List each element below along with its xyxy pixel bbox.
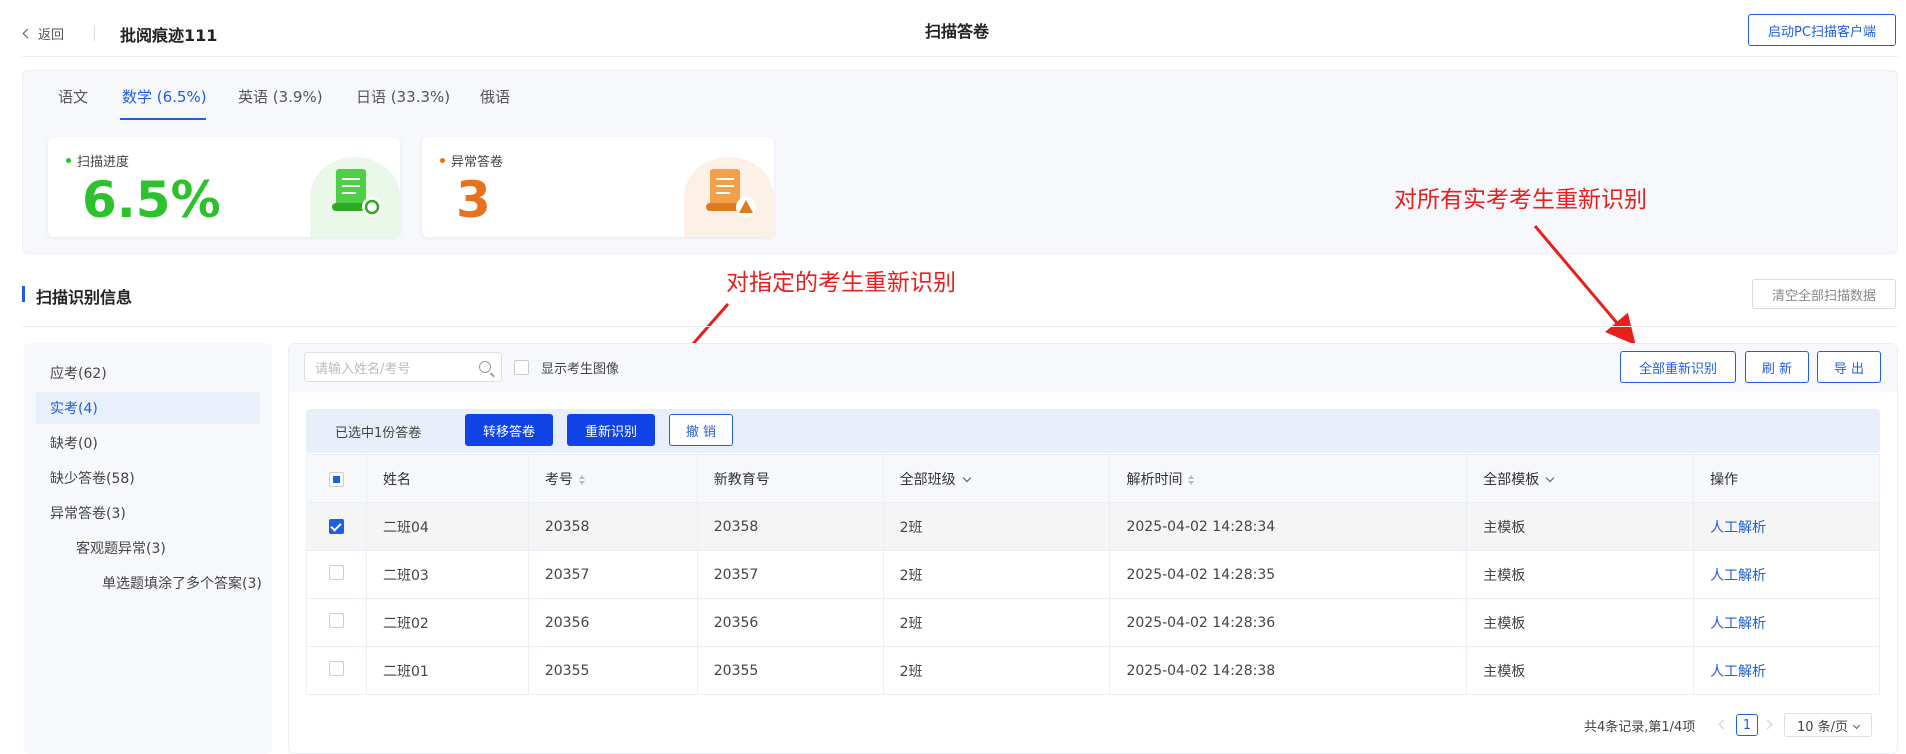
row-checkbox[interactable] (328, 613, 344, 628)
sort-icon[interactable] (1188, 474, 1195, 485)
manual-parse-link[interactable]: 人工解析 (1710, 568, 1766, 584)
show-student-image-toggle[interactable]: 显示考生图像 (514, 358, 619, 377)
sidebar-item-absent[interactable]: 缺考(0) (50, 433, 98, 453)
sidebar-item-attended[interactable]: 实考(4) (50, 398, 98, 418)
rerecognize-button[interactable]: 重新识别 (567, 414, 655, 446)
cell-exam-no: 20355 (528, 646, 698, 695)
refresh-button[interactable]: 刷 新 (1745, 351, 1809, 383)
cell-exam-no: 20356 (528, 598, 698, 647)
sidebar-item-abnormal[interactable]: 异常答卷(3) (50, 503, 126, 523)
cell-name: 二班02 (366, 598, 529, 647)
header-parse-time-label: 解析时间 (1126, 471, 1183, 488)
cell-action: 人工解析 (1693, 502, 1880, 551)
cell-exam-no: 20357 (528, 550, 698, 599)
cell-parse-time: 2025-04-02 14:28:34 (1109, 502, 1468, 551)
show-image-label: 显示考生图像 (541, 362, 620, 377)
search-icon (479, 361, 491, 373)
row-select-cell[interactable] (306, 502, 367, 551)
row-select-cell[interactable] (306, 598, 367, 647)
search-input[interactable]: 请输入姓名/考号 (304, 352, 502, 382)
cell-action: 人工解析 (1693, 550, 1880, 599)
transfer-answer-button[interactable]: 转移答卷 (465, 414, 553, 446)
manual-parse-link[interactable]: 人工解析 (1710, 616, 1766, 632)
cell-parse-time: 2025-04-02 14:28:38 (1109, 646, 1468, 695)
page-size-value: 10 条/页 (1796, 719, 1849, 735)
header-class-filter[interactable]: 全部班级 (883, 454, 1111, 503)
cell-class: 2班 (883, 598, 1111, 647)
cell-class: 2班 (883, 550, 1111, 599)
row-select-cell[interactable] (306, 646, 367, 695)
sidebar-item-missing-answer[interactable]: 缺少答卷(58) (50, 468, 135, 488)
cell-name: 二班04 (366, 502, 529, 551)
cell-name: 二班03 (366, 550, 529, 599)
chevron-down-icon (1852, 721, 1861, 729)
cell-action: 人工解析 (1693, 646, 1880, 695)
header-actions: 操作 (1693, 454, 1880, 503)
show-image-checkbox[interactable] (514, 360, 529, 375)
select-all-cell[interactable] (306, 454, 367, 503)
cell-action: 人工解析 (1693, 598, 1880, 647)
cell-edu-no: 20356 (697, 598, 884, 647)
cell-edu-no: 20355 (697, 646, 884, 695)
table-row[interactable]: 二班02 20356 20356 2班 2025-04-02 14:28:36 … (306, 598, 1880, 647)
cell-exam-no: 20358 (528, 502, 698, 551)
row-checkbox[interactable] (328, 519, 344, 534)
header-parse-time[interactable]: 解析时间 (1109, 454, 1468, 503)
header-edu-no: 新教育号 (697, 454, 884, 503)
search-placeholder: 请输入姓名/考号 (315, 361, 411, 377)
sidebar-item-multiple-answers[interactable]: 单选题填涂了多个答案(3) (102, 573, 262, 593)
header-exam-no[interactable]: 考号 (528, 454, 698, 503)
chevron-down-icon[interactable] (1545, 473, 1555, 482)
header-name: 姓名 (366, 454, 529, 503)
row-select-cell[interactable] (306, 550, 367, 599)
cell-name: 二班01 (366, 646, 529, 695)
section-divider (22, 326, 1898, 327)
cell-parse-time: 2025-04-02 14:28:35 (1109, 550, 1468, 599)
cell-template: 主模板 (1466, 598, 1695, 647)
selection-count: 已选中1份答卷 (335, 426, 422, 441)
cell-template: 主模板 (1466, 550, 1695, 599)
cell-template: 主模板 (1466, 646, 1695, 695)
table-row[interactable]: 二班03 20357 20357 2班 2025-04-02 14:28:35 … (306, 550, 1880, 599)
cell-edu-no: 20357 (697, 550, 884, 599)
header-template-filter[interactable]: 全部模板 (1466, 454, 1695, 503)
header-exam-no-label: 考号 (544, 471, 573, 488)
sidebar-item-objective-abnormal[interactable]: 客观题异常(3) (76, 538, 166, 558)
manual-parse-link[interactable]: 人工解析 (1710, 520, 1766, 536)
section-title: 扫描识别信息 (36, 288, 133, 307)
cell-template: 主模板 (1466, 502, 1695, 551)
cell-edu-no: 20358 (697, 502, 884, 551)
undo-button[interactable]: 撤 销 (669, 414, 733, 446)
chevron-down-icon[interactable] (962, 473, 971, 482)
cell-class: 2班 (883, 646, 1111, 695)
clear-all-scan-data-button[interactable]: 清空全部扫描数据 (1752, 279, 1896, 309)
header-template-label: 全部模板 (1483, 471, 1540, 488)
rerecognize-all-button[interactable]: 全部重新识别 (1620, 351, 1736, 383)
pagination-total: 共4条记录,第1/4项 (1584, 720, 1696, 735)
section-accent-bar (22, 286, 25, 302)
arrow-to-rerecognize-all (1533, 225, 1636, 346)
table-row[interactable]: 二班04 20358 20358 2班 2025-04-02 14:28:34 … (306, 502, 1880, 551)
manual-parse-link[interactable]: 人工解析 (1710, 664, 1766, 680)
table-header-row: 姓名 考号 新教育号 全部班级 解析时间 全部模板 操作 (306, 454, 1880, 503)
export-button[interactable]: 导 出 (1817, 351, 1881, 383)
header-class-label: 全部班级 (899, 471, 956, 488)
page-size-select[interactable]: 10 条/页 (1784, 713, 1872, 737)
table-row[interactable]: 二班01 20355 20355 2班 2025-04-02 14:28:38 … (306, 646, 1880, 695)
answer-table: 姓名 考号 新教育号 全部班级 解析时间 全部模板 操作 二班04 20358 … (306, 454, 1880, 695)
sidebar-item-expected[interactable]: 应考(62) (50, 363, 107, 383)
row-checkbox[interactable] (328, 661, 344, 676)
row-checkbox[interactable] (328, 565, 344, 580)
cell-class: 2班 (883, 502, 1111, 551)
sort-icon[interactable] (578, 474, 585, 485)
page-number-current[interactable]: 1 (1736, 714, 1758, 736)
select-all-checkbox[interactable] (328, 471, 344, 487)
cell-parse-time: 2025-04-02 14:28:36 (1109, 598, 1468, 647)
